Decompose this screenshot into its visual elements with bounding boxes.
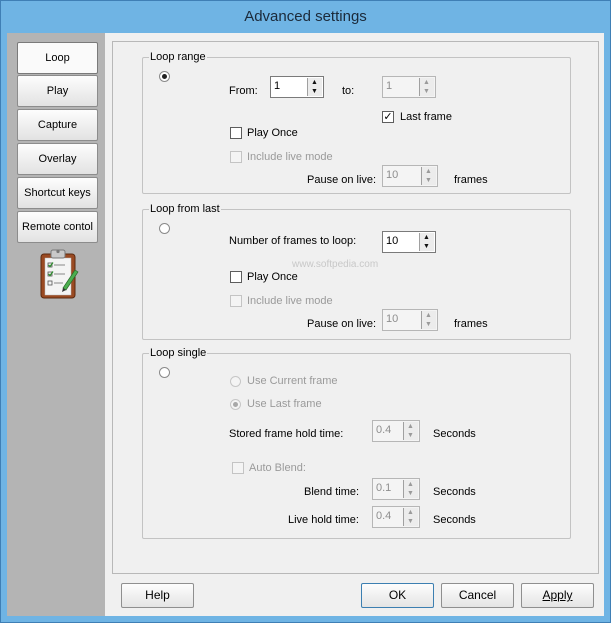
blend-time-spinbox[interactable]: 0.1 ▲ ▼ [372, 478, 420, 500]
spin-up-icon[interactable]: ▲ [404, 480, 417, 489]
include-live-mode-label: Include live mode [247, 151, 333, 163]
pause-on-live-value: 10 [386, 313, 399, 325]
live-hold-time-label: Live hold time: [288, 514, 359, 526]
play-once-label: Play Once [247, 127, 298, 139]
loop-from-last-group: Loop from last Number of frames to loop:… [142, 203, 571, 340]
last-frame-checkbox[interactable]: ✓ [382, 111, 394, 123]
advanced-settings-window: Advanced settings Loop Play Capture Over… [0, 0, 611, 623]
play-once-label: Play Once [247, 271, 298, 283]
blend-time-value: 0.1 [376, 482, 392, 494]
frames-to-loop-label: Number of frames to loop: [229, 235, 357, 247]
spin-down-icon[interactable]: ▼ [420, 87, 433, 96]
loop-range-title: Loop range [149, 51, 207, 63]
spin-up-icon[interactable]: ▲ [420, 233, 433, 242]
watermark-text: www.softpedia.com [292, 259, 379, 270]
spin-down-icon[interactable]: ▼ [404, 431, 417, 440]
spin-down-icon[interactable]: ▼ [404, 489, 417, 498]
spin-up-icon[interactable]: ▲ [308, 78, 321, 87]
ok-button[interactable]: OK [361, 583, 434, 608]
spin-down-icon[interactable]: ▼ [422, 320, 435, 329]
blend-time-label: Blend time: [304, 486, 360, 498]
from-label: From: [229, 85, 258, 97]
help-button[interactable]: Help [121, 583, 194, 608]
frames-label: frames [454, 318, 488, 330]
stored-frame-hold-time-spinbox[interactable]: 0.4 ▲ ▼ [372, 420, 420, 442]
pause-on-live-spinbox[interactable]: 10 ▲ ▼ [382, 165, 438, 187]
auto-blend-label: Auto Blend: [249, 462, 306, 474]
pause-on-live-value: 10 [386, 169, 399, 181]
window-title: Advanced settings [244, 8, 367, 25]
pause-on-live-label: Pause on live: [307, 174, 377, 186]
spin-up-icon[interactable]: ▲ [420, 78, 433, 87]
loop-from-last-title: Loop from last [149, 203, 221, 215]
to-label: to: [342, 85, 355, 97]
use-current-frame-label: Use Current frame [247, 375, 338, 387]
include-live-mode-label: Include live mode [247, 295, 333, 307]
spin-up-icon[interactable]: ▲ [404, 508, 417, 517]
loop-single-title: Loop single [149, 347, 208, 359]
spin-up-icon[interactable]: ▲ [422, 311, 435, 320]
spin-down-icon[interactable]: ▼ [404, 517, 417, 526]
seconds-label: Seconds [433, 514, 476, 526]
spin-down-icon[interactable]: ▼ [308, 87, 321, 96]
to-spinbox[interactable]: 1 ▲ ▼ [382, 76, 436, 98]
sidebar-item-play[interactable]: Play [17, 75, 98, 107]
spin-down-icon[interactable]: ▼ [420, 242, 433, 251]
play-once-checkbox[interactable] [230, 127, 242, 139]
spin-down-icon[interactable]: ▼ [422, 176, 435, 185]
to-value: 1 [386, 80, 393, 92]
last-frame-label: Last frame [400, 111, 452, 123]
pause-on-live-spinbox[interactable]: 10 ▲ ▼ [382, 309, 438, 331]
pause-on-live-label: Pause on live: [307, 318, 377, 330]
use-current-frame-radio[interactable] [230, 376, 241, 387]
sidebar-item-loop[interactable]: Loop [17, 42, 98, 74]
frames-label: frames [454, 174, 488, 186]
apply-button-label: Apply [542, 588, 573, 602]
auto-blend-checkbox[interactable] [232, 462, 244, 474]
cancel-button[interactable]: Cancel [441, 583, 514, 608]
use-last-frame-radio[interactable] [230, 399, 241, 410]
loop-range-radio[interactable] [159, 71, 170, 82]
sidebar-item-remote-control[interactable]: Remote contol [17, 211, 98, 243]
seconds-label: Seconds [433, 486, 476, 498]
frames-to-loop-spinbox[interactable]: 10 ▲ ▼ [382, 231, 436, 253]
client-area: Loop Play Capture Overlay Shortcut keys … [7, 33, 604, 616]
live-hold-time-spinbox[interactable]: 0.4 ▲ ▼ [372, 506, 420, 528]
include-live-mode-checkbox[interactable] [230, 151, 242, 163]
loop-single-radio[interactable] [159, 367, 170, 378]
sidebar-item-overlay[interactable]: Overlay [17, 143, 98, 175]
sidebar: Loop Play Capture Overlay Shortcut keys … [7, 33, 105, 616]
from-value: 1 [274, 80, 281, 92]
sidebar-item-shortcut-keys[interactable]: Shortcut keys [17, 177, 98, 209]
loop-from-last-radio[interactable] [159, 223, 170, 234]
spin-up-icon[interactable]: ▲ [422, 167, 435, 176]
live-hold-time-value: 0.4 [376, 510, 392, 522]
apply-button[interactable]: Apply [521, 583, 594, 608]
loop-range-group: Loop range From: 1 ▲ ▼ to: 1 ▲ ▼ ✓ Last fr… [142, 51, 571, 194]
stored-frame-hold-time-value: 0.4 [376, 424, 392, 436]
spin-up-icon[interactable]: ▲ [404, 422, 417, 431]
sidebar-item-capture[interactable]: Capture [17, 109, 98, 141]
use-last-frame-label: Use Last frame [247, 398, 322, 410]
seconds-label: Seconds [433, 428, 476, 440]
clipboard-checklist-icon [40, 249, 79, 299]
loop-single-group: Loop single Use Current frame Use Last f… [142, 347, 571, 539]
from-spinbox[interactable]: 1 ▲ ▼ [270, 76, 324, 98]
include-live-mode-checkbox[interactable] [230, 295, 242, 307]
play-once-checkbox[interactable] [230, 271, 242, 283]
stored-frame-hold-time-label: Stored frame hold time: [229, 428, 344, 440]
frames-to-loop-value: 10 [386, 235, 399, 247]
